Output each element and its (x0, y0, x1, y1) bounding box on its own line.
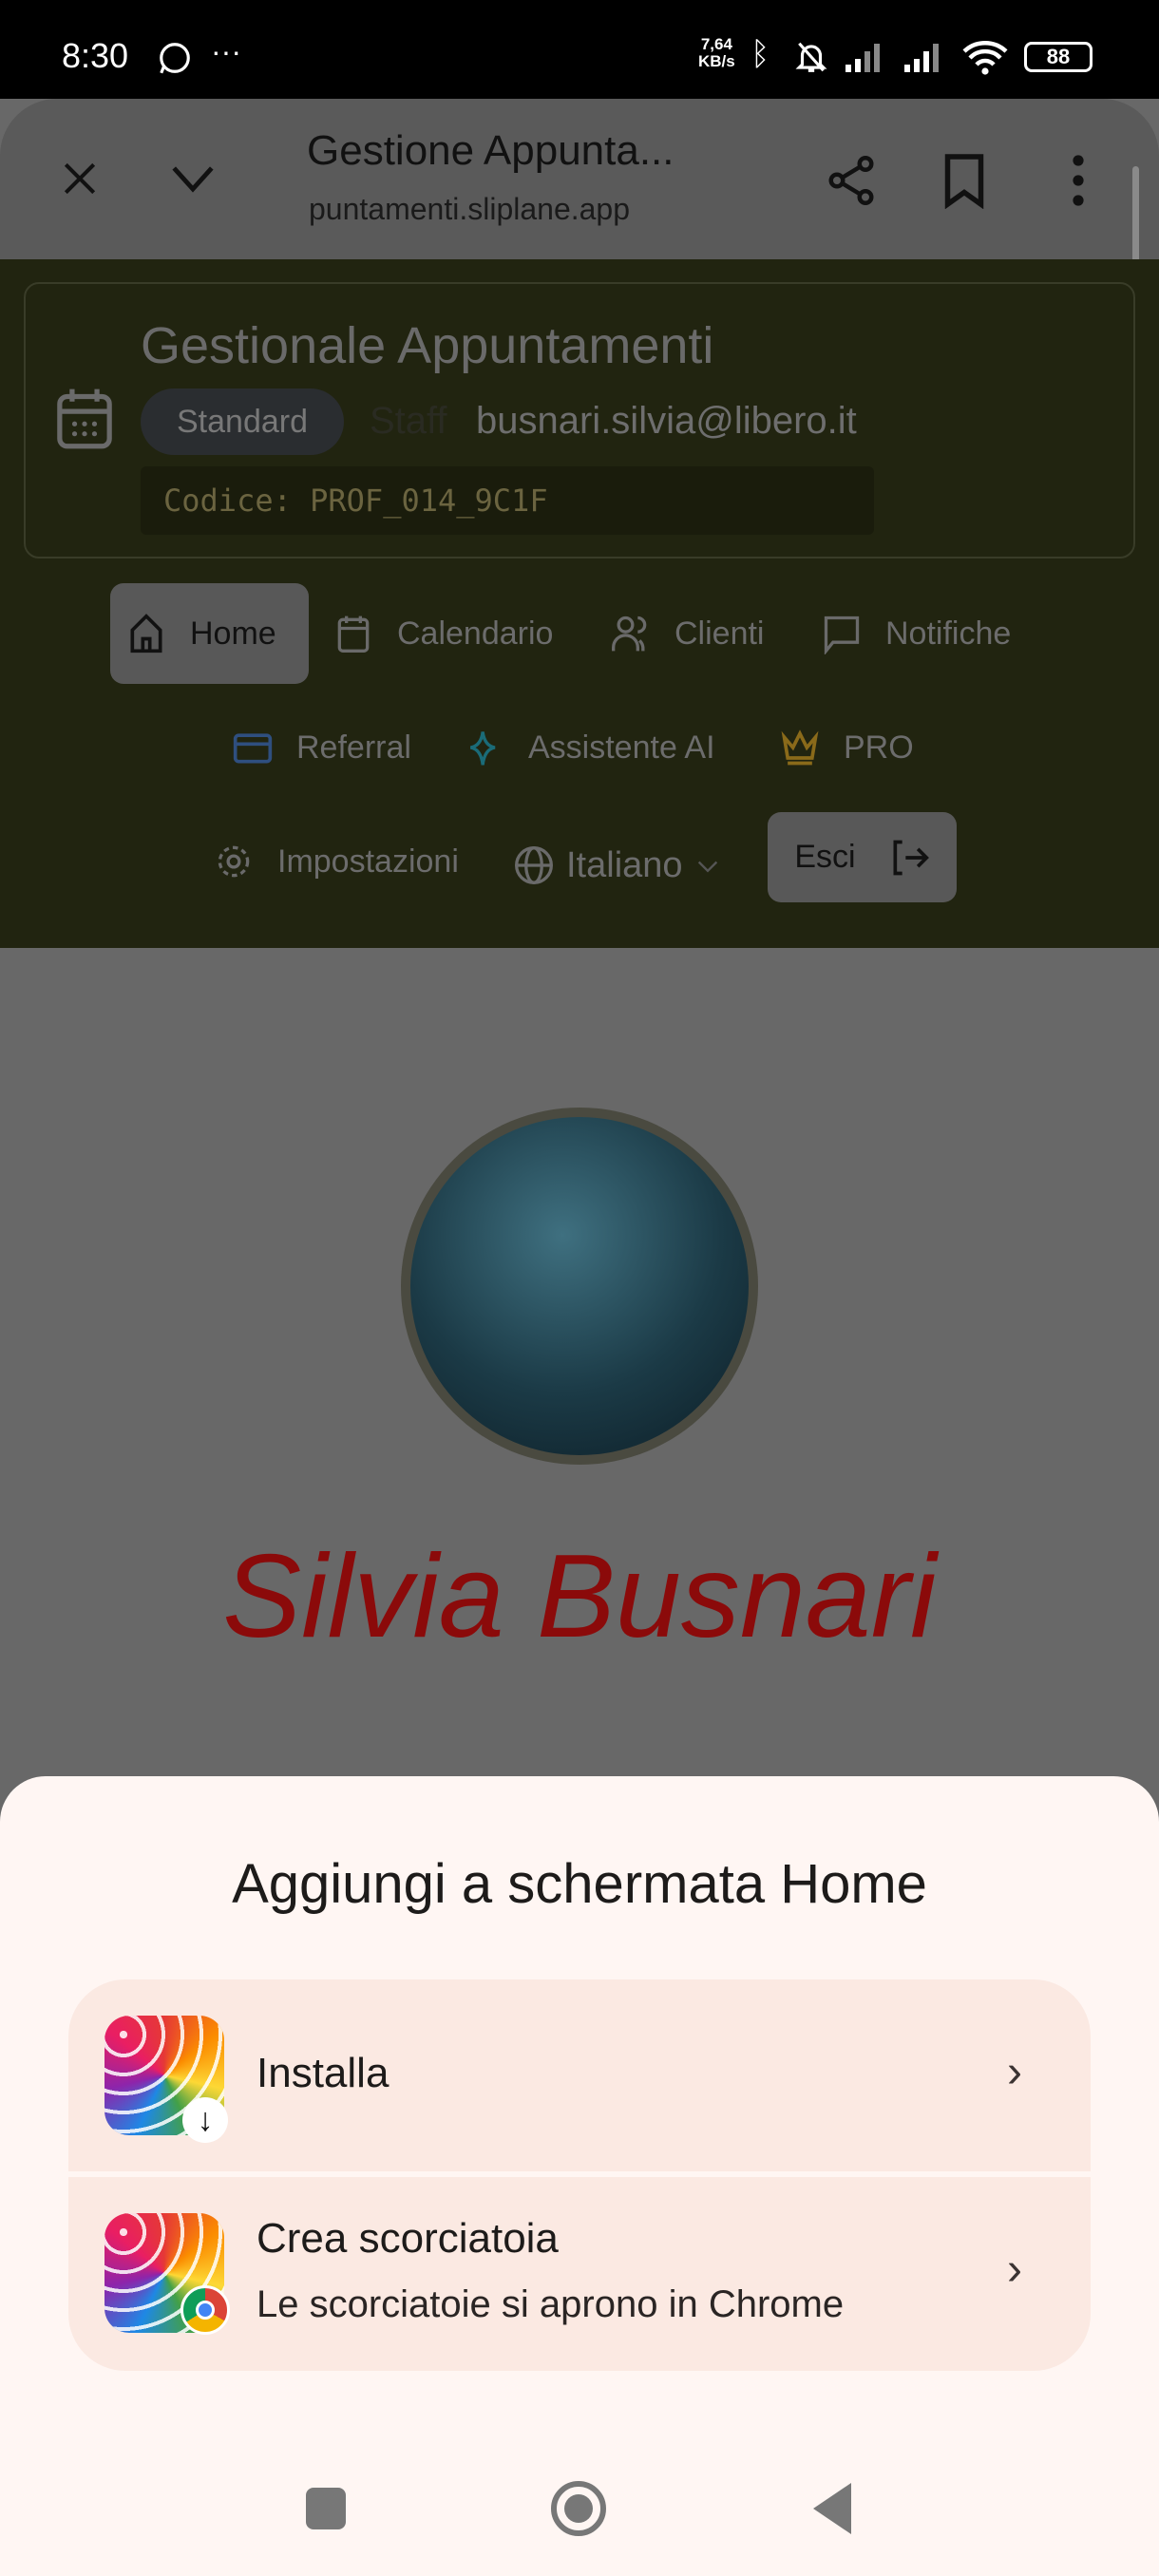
bluetooth-icon: ᛒ (750, 36, 770, 72)
recents-button[interactable] (306, 2488, 346, 2529)
page-title: Gestione Appunta... (307, 127, 674, 174)
browser-toolbar: Gestione Appunta... puntamenti.sliplane.… (0, 99, 1159, 260)
gear-icon (218, 845, 250, 878)
nav-assistente-ai[interactable]: Assistente AI (464, 719, 715, 776)
clock: 8:30 (62, 36, 129, 75)
chevron-right-icon: › (1007, 2047, 1022, 2097)
shortcut-option[interactable]: Crea scorciatoia Le scorciatoie si apron… (68, 2177, 1091, 2371)
logout-label: Esci (794, 839, 856, 875)
card-icon (233, 733, 273, 764)
message-icon (824, 616, 860, 654)
nav-home[interactable]: Home (125, 605, 276, 662)
language-select[interactable]: Italiano (513, 837, 721, 894)
sparkle-icon (469, 731, 496, 766)
signal-icon-2 (904, 44, 939, 72)
role-label: Staff (370, 400, 447, 442)
users-icon (612, 616, 647, 652)
net-speed-unit: KB/s (698, 52, 735, 70)
dna-image (410, 1117, 749, 1455)
net-speed-value: 7,64 (700, 35, 732, 53)
close-icon[interactable] (59, 158, 101, 199)
calendar-icon (57, 388, 112, 449)
chrome-icon (180, 2285, 230, 2335)
nav-impostazioni[interactable]: Impostazioni (213, 833, 459, 890)
bookmark-icon[interactable] (940, 152, 988, 209)
shortcut-label: Crea scorciatoia (256, 2215, 559, 2262)
wifi-icon (962, 41, 1008, 75)
nav-calendario-label: Calendario (397, 615, 554, 652)
professional-code: Codice: PROF_014_9C1F (141, 466, 874, 535)
logout-icon (893, 840, 929, 875)
page-url[interactable]: puntamenti.sliplane.app (309, 192, 630, 227)
chevron-down-icon[interactable] (166, 158, 219, 199)
user-email: busnari.silvia@libero.it (476, 400, 857, 442)
nav-pro-label: PRO (844, 729, 914, 766)
bell-muted-icon (795, 42, 827, 72)
nav-referral[interactable]: Referral (232, 719, 411, 776)
chevron-down-icon (697, 861, 717, 873)
profile-name: Silvia Busnari (222, 1531, 937, 1662)
more-vert-icon[interactable] (1064, 154, 1092, 207)
nav-notifiche-label: Notifiche (885, 615, 1012, 652)
app-title: Gestionale Appuntamenti (141, 317, 714, 374)
download-icon: ↓ (182, 2097, 228, 2143)
nav-pro[interactable]: PRO (779, 719, 914, 776)
nav-home-label: Home (190, 615, 276, 652)
crown-icon (781, 729, 819, 766)
calendar-icon (337, 616, 370, 653)
nav-assistente-ai-label: Assistente AI (528, 729, 715, 766)
install-option[interactable]: ↓ Installa › (68, 1979, 1091, 2171)
battery-indicator: 88 (1024, 42, 1092, 72)
chevron-right-icon: › (1007, 2245, 1022, 2295)
globe-icon (515, 846, 553, 884)
share-icon[interactable] (823, 150, 880, 211)
nav-referral-label: Referral (296, 729, 411, 766)
logout-button[interactable]: Esci (768, 812, 957, 902)
back-button[interactable] (811, 2481, 853, 2536)
shortcut-sublabel: Le scorciatoie si aprono in Chrome (256, 2283, 845, 2325)
whatsapp-icon (160, 43, 190, 74)
nav-clienti-label: Clienti (674, 615, 765, 652)
battery-level: 88 (1046, 45, 1071, 68)
signal-icon-1 (846, 44, 880, 72)
home-button[interactable] (551, 2481, 606, 2536)
nav-calendario[interactable]: Calendario (332, 605, 553, 662)
sheet-title: Aggiungi a schermata Home (232, 1853, 927, 1915)
add-to-home-sheet: Aggiungi a schermata Home ↓ Installa › C… (0, 1776, 1159, 2576)
install-label: Installa (256, 2050, 390, 2096)
nav-impostazioni-label: Impostazioni (277, 843, 459, 880)
profile-avatar (401, 1108, 758, 1465)
nav-clienti[interactable]: Clienti (610, 605, 764, 662)
header-card: Gestionale Appuntamenti Standard Staff b… (24, 282, 1135, 559)
nav-notifiche[interactable]: Notifiche (821, 605, 1011, 662)
home-icon (130, 614, 162, 653)
net-speed: 7,64 KB/s (698, 36, 735, 70)
language-value: Italiano (566, 844, 683, 885)
status-bar: 8:30 ··· 7,64 KB/s ᛒ 88 (0, 0, 1159, 99)
more-notifications: ··· (211, 34, 241, 68)
app-header: Gestionale Appuntamenti Standard Staff b… (0, 259, 1159, 948)
plan-badge: Standard (141, 388, 344, 455)
